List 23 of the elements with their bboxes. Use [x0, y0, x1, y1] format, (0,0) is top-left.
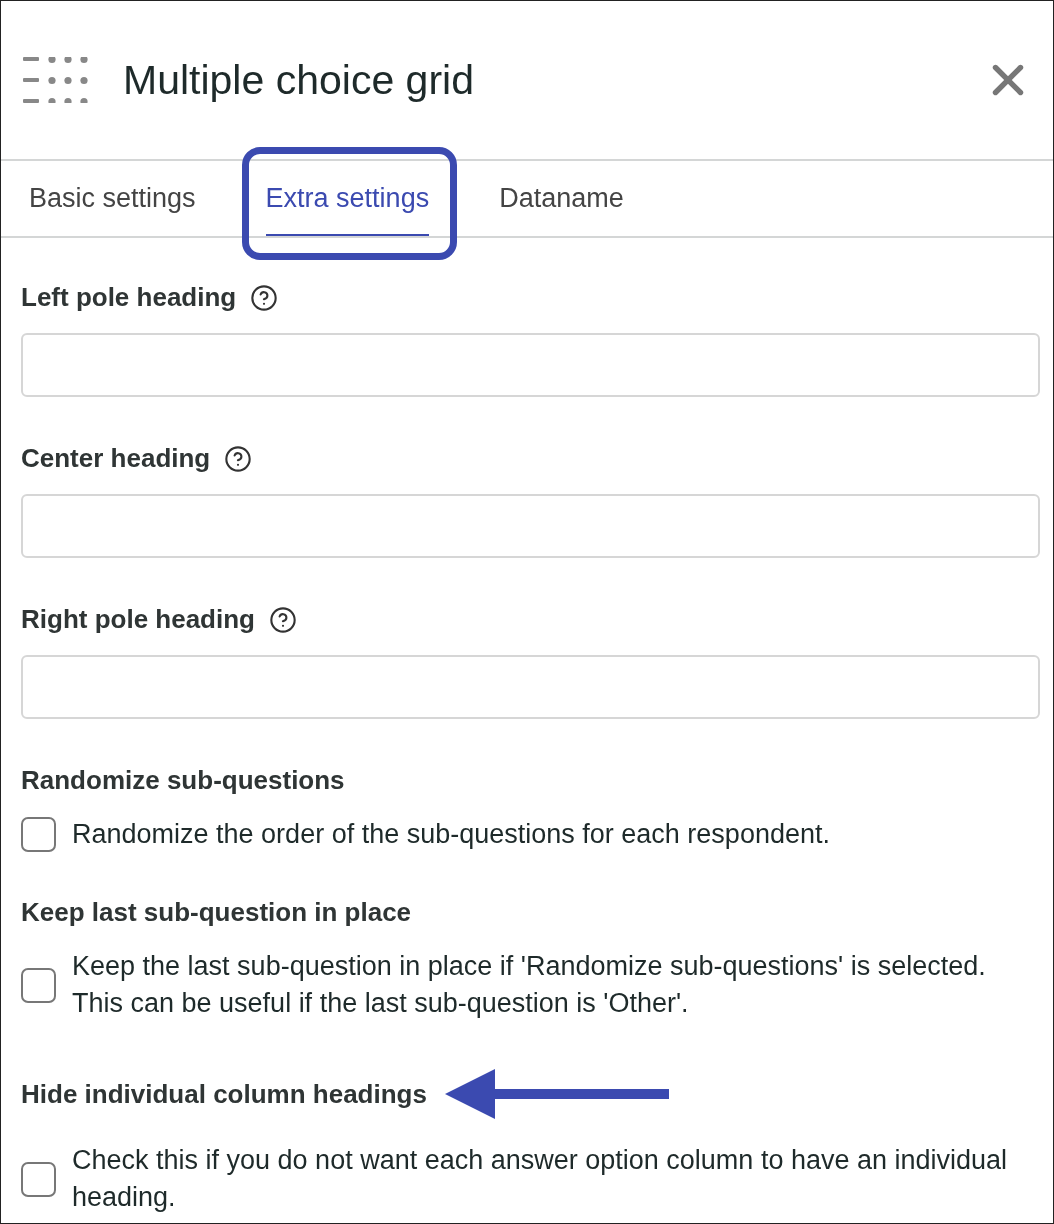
checkbox[interactable]: [21, 1161, 56, 1197]
dialog-title: Multiple choice grid: [123, 56, 475, 104]
tab[interactable]: Basic settings: [29, 161, 196, 236]
option-heading: Keep last sub-question in place: [21, 897, 412, 928]
checkbox[interactable]: [21, 817, 56, 852]
drag-handle-icon[interactable]: [23, 57, 89, 103]
checkbox[interactable]: [21, 967, 56, 1003]
tab[interactable]: Extra settings: [265, 161, 430, 236]
input-field[interactable]: [21, 655, 1040, 719]
help-icon[interactable]: [250, 283, 279, 312]
help-icon[interactable]: [224, 444, 253, 473]
option-description: Keep the last sub-question in place if 'Randomize sub-questions' is selected. This can be useful if the last sub-question is 'Other'.: [72, 950, 987, 1020]
option-description: Randomize the order of the sub-questions for each respondent.: [72, 818, 830, 851]
help-icon[interactable]: [269, 605, 297, 634]
option-heading: Randomize sub-questions: [21, 765, 345, 796]
option-heading: Hide individual column headings: [21, 1078, 427, 1110]
field-label: Center heading: [21, 443, 211, 474]
field-label: Right pole heading: [21, 604, 255, 635]
field-label: Left pole heading: [21, 282, 237, 313]
input-field[interactable]: [21, 494, 1040, 558]
tab[interactable]: Dataname: [499, 161, 624, 236]
input-field[interactable]: [21, 333, 1040, 397]
option-description: Check this if you do not want each answer option column to have an individual heading.: [72, 1144, 1009, 1214]
